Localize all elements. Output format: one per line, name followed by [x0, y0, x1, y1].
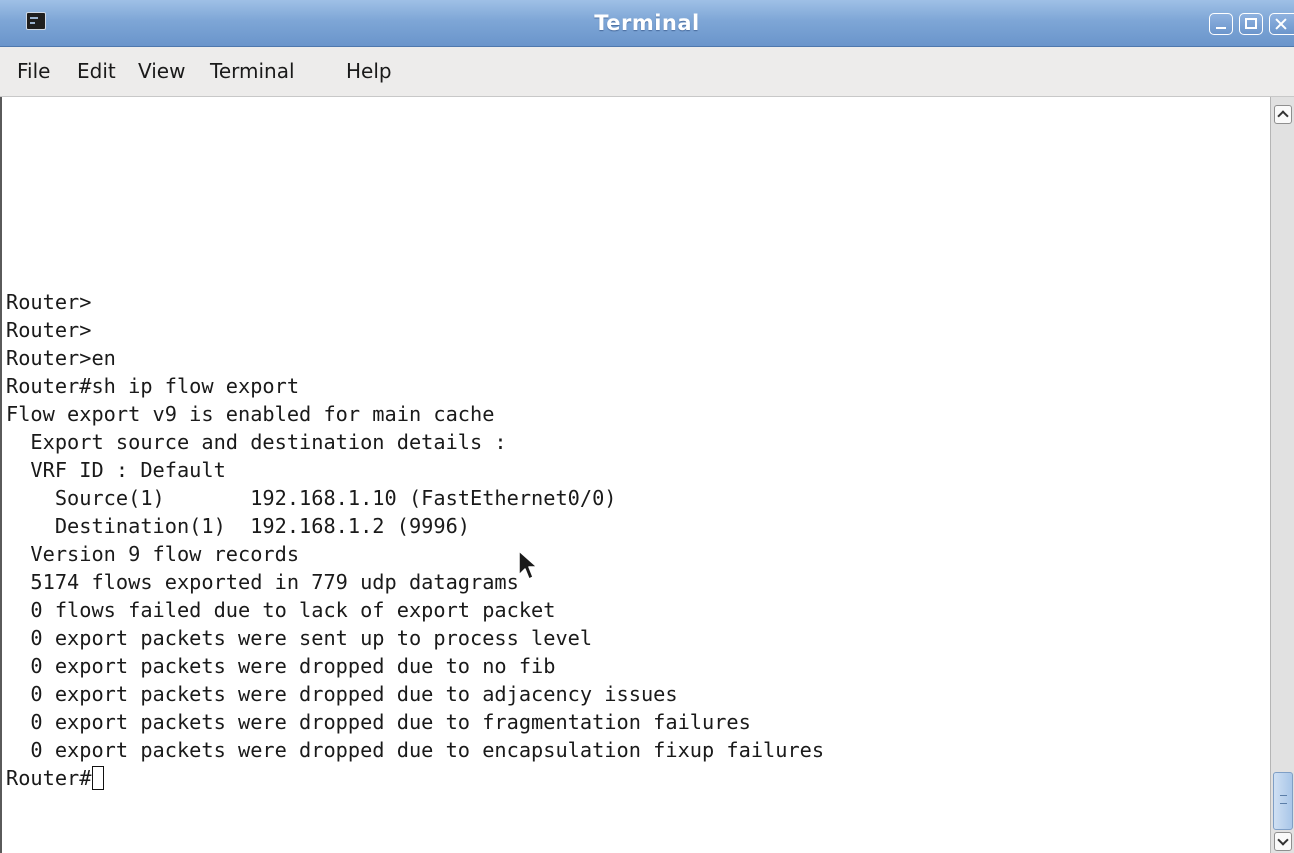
terminal-line: 5174 flows exported in 779 udp datagrams — [6, 570, 519, 594]
terminal-prompt-line: Router# — [6, 764, 824, 792]
menu-edit[interactable]: Edit — [77, 47, 116, 96]
text-cursor — [92, 766, 105, 790]
terminal-line: Source(1) 192.168.1.10 (FastEthernet0/0) — [6, 486, 617, 510]
terminal-line: VRF ID : Default — [6, 458, 226, 482]
terminal-line: 0 export packets were dropped due to fra… — [6, 710, 751, 734]
terminal-prompt: Router# — [6, 766, 92, 790]
terminal-lines: Router> Router> Router>en Router#sh ip f… — [6, 288, 824, 792]
menu-bar: File Edit View Terminal Help — [0, 47, 1294, 97]
terminal-line: 0 export packets were sent up to process… — [6, 626, 593, 650]
menu-help[interactable]: Help — [346, 47, 392, 96]
terminal-line: Router> — [6, 290, 92, 314]
menu-view[interactable]: View — [138, 47, 185, 96]
window-title: Terminal — [594, 11, 700, 35]
scroll-down-button[interactable] — [1274, 832, 1292, 851]
terminal-output[interactable]: Router> Router> Router>en Router#sh ip f… — [0, 97, 1270, 853]
terminal-line: Flow export v9 is enabled for main cache — [6, 402, 495, 426]
vertical-scrollbar[interactable] — [1270, 97, 1294, 853]
maximize-button[interactable] — [1239, 13, 1263, 35]
scroll-up-button[interactable] — [1274, 105, 1292, 124]
title-bar[interactable]: Terminal — [0, 0, 1294, 47]
minimize-button[interactable] — [1209, 13, 1233, 35]
terminal-line: 0 export packets were dropped due to enc… — [6, 738, 825, 762]
terminal-line: 0 export packets were dropped due to adj… — [6, 682, 678, 706]
terminal-line: Router>en — [6, 346, 116, 370]
terminal-line: Export source and destination details : — [6, 430, 507, 454]
terminal-line: Destination(1) 192.168.1.2 (9996) — [6, 514, 470, 538]
terminal-line: Router> — [6, 318, 92, 342]
terminal-line: Router#sh ip flow export — [6, 374, 300, 398]
close-button[interactable] — [1269, 13, 1294, 35]
terminal-line: 0 export packets were dropped due to no … — [6, 654, 556, 678]
scroll-thumb[interactable] — [1273, 772, 1293, 830]
terminal-line: Version 9 flow records — [6, 542, 300, 566]
mouse-pointer-icon — [518, 550, 538, 580]
menu-terminal[interactable]: Terminal — [210, 47, 295, 96]
terminal-line: 0 flows failed due to lack of export pac… — [6, 598, 556, 622]
menu-file[interactable]: File — [17, 47, 50, 96]
